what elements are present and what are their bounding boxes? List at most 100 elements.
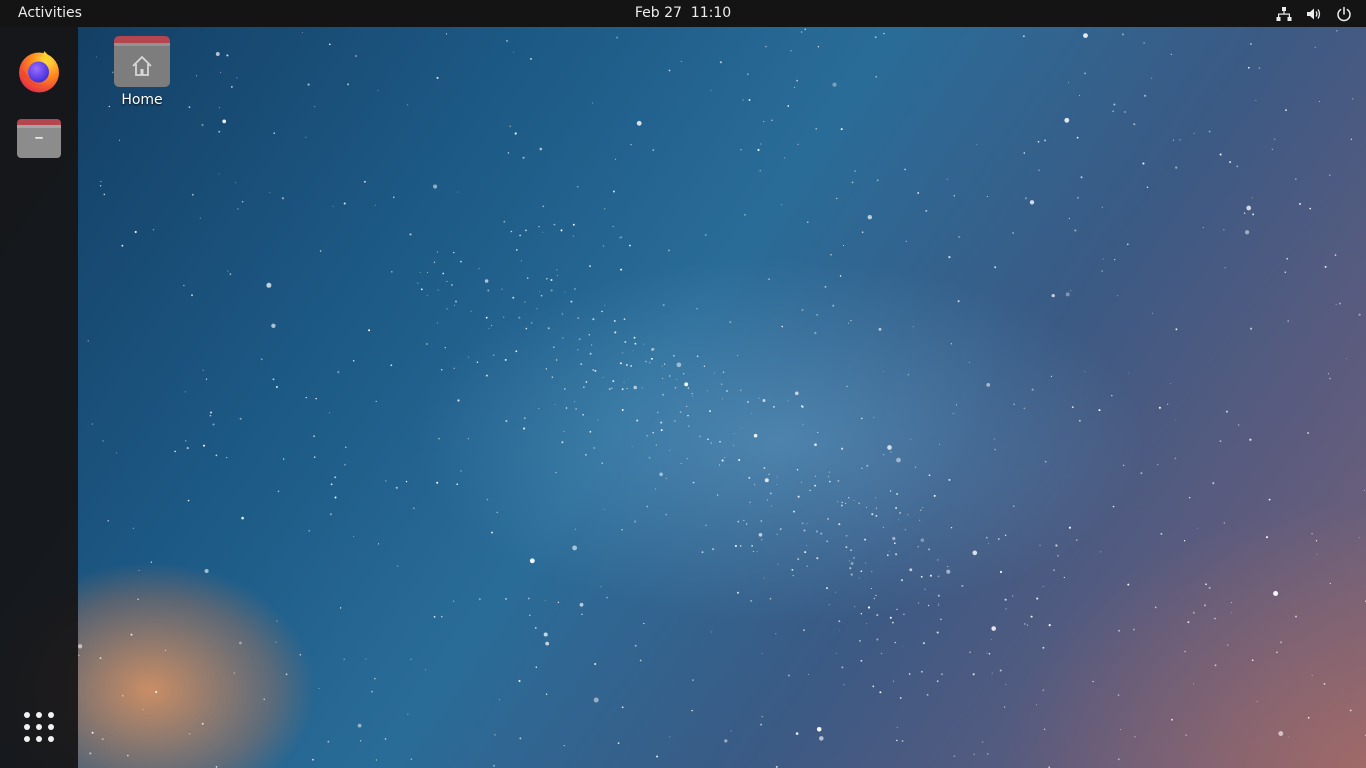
star [1124,111,1126,113]
star [542,231,544,233]
star [520,260,523,262]
network-icon[interactable] [1276,6,1292,22]
star [1214,664,1217,667]
star [119,139,120,141]
star [861,231,864,233]
star [132,527,134,529]
star [1051,293,1055,298]
star [838,523,841,526]
star [1076,539,1078,541]
star [467,438,469,440]
star [1151,77,1153,79]
star [612,225,614,228]
star [460,470,462,472]
star [514,132,517,135]
activities-button[interactable]: Activities [18,0,82,27]
star [183,284,185,287]
star [1042,689,1044,691]
star [999,669,1002,672]
star [591,102,593,104]
star [1004,598,1007,601]
system-tray[interactable] [1276,0,1352,27]
star [1238,424,1240,426]
clock-button[interactable]: Feb 27 11:10 [635,5,731,21]
desktop-icon-home[interactable]: Home [106,34,178,108]
star [553,346,555,348]
star [717,494,719,496]
star [390,364,393,367]
star [1280,641,1283,644]
star [621,409,624,411]
star [876,179,879,182]
star [1244,230,1250,235]
star [760,538,763,541]
star [749,501,751,504]
star [496,511,498,514]
star [1151,312,1154,315]
star [1192,611,1195,614]
star [747,401,749,403]
star [734,544,737,548]
star [705,524,707,527]
star [384,738,387,740]
star [1205,583,1207,586]
star [1319,100,1321,103]
star [556,359,558,361]
star [561,313,564,315]
star [1140,472,1143,475]
star [575,528,577,530]
star [1079,420,1081,422]
star [936,680,939,683]
star [205,378,208,380]
star [665,477,667,479]
star [1080,176,1083,179]
star [621,388,624,391]
star [281,197,284,200]
star [763,467,766,469]
star [736,591,740,594]
show-applications-button[interactable] [11,701,67,757]
star [816,314,818,316]
star [887,445,892,450]
star [709,410,711,413]
star [454,304,455,306]
star [355,55,357,57]
star [1346,358,1348,360]
star [718,464,720,466]
star [493,354,495,356]
star [525,229,527,232]
star [848,497,850,499]
star [455,300,457,303]
star [1323,682,1326,685]
star [1197,527,1198,529]
star [456,483,459,486]
star [752,550,754,552]
star [1315,540,1318,542]
power-icon[interactable] [1336,6,1352,22]
star [790,49,792,52]
star [691,395,694,397]
star [1036,597,1039,600]
star [712,548,715,551]
star [581,613,583,616]
star [848,560,851,562]
star [687,414,689,417]
star [676,362,682,368]
star [673,420,676,422]
star [507,152,510,154]
star [1036,704,1037,706]
star [994,266,997,269]
star [543,632,548,637]
star [806,565,808,567]
dock-item-files[interactable] [11,112,67,168]
star [451,284,453,286]
star [377,89,379,91]
star [895,553,898,556]
star [867,606,871,609]
volume-icon[interactable] [1306,6,1322,22]
dock-item-firefox[interactable] [11,45,67,101]
star [1223,229,1225,231]
star [696,307,698,310]
star [757,148,760,152]
star [577,186,579,188]
